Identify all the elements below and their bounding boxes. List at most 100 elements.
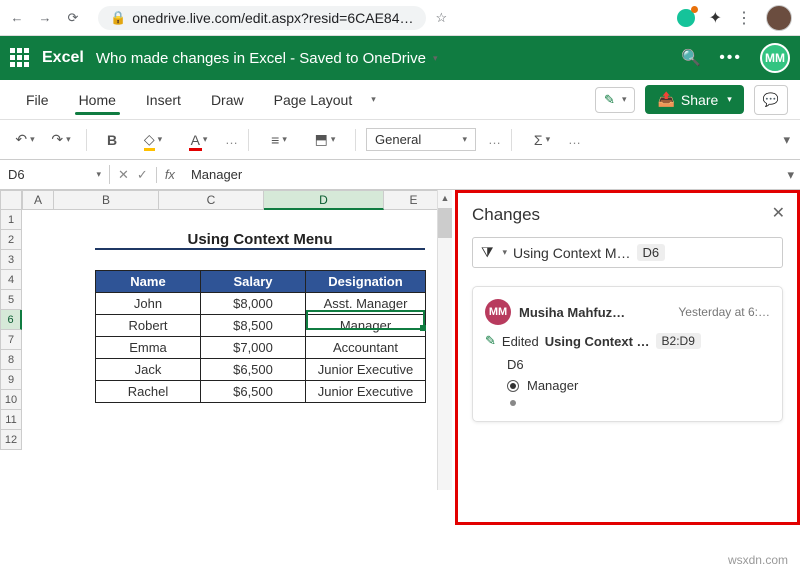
font-overflow-icon[interactable]: … bbox=[225, 132, 238, 147]
align-button[interactable]: ≡▾ bbox=[259, 127, 299, 153]
nav-back-icon[interactable]: ← bbox=[8, 9, 26, 27]
row-header[interactable]: 9 bbox=[0, 370, 22, 390]
comments-button[interactable]: 💬 bbox=[754, 85, 788, 115]
editing-mode-button[interactable]: ✎ ▾ bbox=[595, 87, 635, 113]
table-cell[interactable]: Rachel bbox=[96, 381, 201, 403]
table-cell[interactable]: $6,500 bbox=[201, 381, 306, 403]
tab-home[interactable]: Home bbox=[65, 86, 130, 114]
title-cell[interactable]: Using Context Menu bbox=[95, 230, 425, 250]
close-icon[interactable]: ✕ bbox=[772, 203, 785, 223]
table-cell[interactable]: $8,000 bbox=[201, 293, 306, 315]
table-cell[interactable]: Junior Executive bbox=[306, 381, 426, 403]
column-header[interactable]: E bbox=[384, 190, 444, 210]
row-header[interactable]: 12 bbox=[0, 430, 22, 450]
row-header[interactable]: 2 bbox=[0, 230, 22, 250]
number-overflow-icon[interactable]: … bbox=[488, 132, 501, 147]
chevron-down-icon: ▾ bbox=[96, 169, 101, 180]
row-header[interactable]: 1 bbox=[0, 210, 22, 230]
table-cell[interactable]: $8,500 bbox=[201, 315, 306, 337]
table-cell[interactable]: Robert bbox=[96, 315, 201, 337]
table-row: Robert$8,500Manager bbox=[96, 315, 426, 337]
vertical-scrollbar[interactable]: ▲ bbox=[437, 190, 452, 490]
column-header[interactable]: D bbox=[264, 190, 384, 210]
row-header[interactable]: 3 bbox=[0, 250, 22, 270]
scrollbar-thumb[interactable] bbox=[438, 208, 452, 238]
number-format-select[interactable]: General ▾ bbox=[366, 128, 476, 151]
tab-file[interactable]: File bbox=[12, 86, 63, 114]
table-cell[interactable]: Manager bbox=[306, 315, 426, 337]
change-author-name: Musiha Mahfuz… bbox=[519, 305, 670, 320]
table-cell[interactable]: $6,500 bbox=[201, 359, 306, 381]
user-avatar[interactable]: MM bbox=[760, 43, 790, 73]
ribbon-toolbar: ↶▾ ↷▾ B ◇▾ A▾ … ≡▾ ⬒▾ General ▾ … Σ▾ … ▾ bbox=[0, 120, 800, 160]
autosum-button[interactable]: Σ▾ bbox=[522, 127, 562, 153]
name-box[interactable]: D6 ▾ bbox=[0, 165, 110, 184]
address-bar[interactable]: 🔒 onedrive.live.com/edit.aspx?resid=6CAE… bbox=[98, 6, 426, 30]
table-cell[interactable]: Junior Executive bbox=[306, 359, 426, 381]
tabs-overflow-icon[interactable]: ▾ bbox=[371, 94, 376, 105]
extension-grammarly-icon[interactable] bbox=[677, 9, 695, 27]
divider bbox=[248, 129, 249, 151]
ribbon-tabs: File Home Insert Draw Page Layout ▾ ✎ ▾ … bbox=[0, 80, 800, 120]
table-cell[interactable]: Asst. Manager bbox=[306, 293, 426, 315]
share-button[interactable]: 📤 Share ▾ bbox=[645, 85, 743, 114]
scroll-up-icon[interactable]: ▲ bbox=[438, 190, 452, 206]
extensions-icon[interactable]: ✦ bbox=[709, 8, 722, 28]
column-header[interactable]: A bbox=[22, 190, 54, 210]
row-header[interactable]: 5 bbox=[0, 290, 22, 310]
column-header[interactable]: B bbox=[54, 190, 159, 210]
change-range: B2:D9 bbox=[656, 333, 701, 349]
radio-unselected-icon[interactable] bbox=[507, 397, 519, 409]
profile-avatar[interactable] bbox=[766, 5, 792, 31]
radio-selected-icon[interactable] bbox=[507, 380, 519, 392]
nav-forward-icon[interactable]: → bbox=[36, 9, 54, 27]
browser-menu-icon[interactable]: ⋮ bbox=[736, 8, 752, 28]
ribbon-collapse-icon[interactable]: ▾ bbox=[783, 132, 790, 148]
cancel-icon[interactable]: ✕ bbox=[118, 167, 129, 183]
table-header[interactable]: Name bbox=[96, 271, 201, 293]
change-card[interactable]: MM Musiha Mahfuz… Yesterday at 6:… ✎ Edi… bbox=[472, 286, 783, 422]
tab-page-layout[interactable]: Page Layout bbox=[260, 86, 367, 114]
bookmark-star-icon[interactable]: ☆ bbox=[436, 10, 448, 26]
changes-filter[interactable]: ⧩ ▾ Using Context M… D6 bbox=[472, 237, 783, 268]
row-header[interactable]: 4 bbox=[0, 270, 22, 290]
document-title[interactable]: Who made changes in Excel - Saved to One… bbox=[96, 50, 438, 67]
table-header[interactable]: Designation bbox=[306, 271, 426, 293]
table-cell[interactable]: Accountant bbox=[306, 337, 426, 359]
table-header[interactable]: Salary bbox=[201, 271, 306, 293]
app-launcher-icon[interactable] bbox=[10, 48, 30, 68]
fx-icon[interactable]: fx bbox=[157, 167, 183, 182]
row-header[interactable]: 7 bbox=[0, 330, 22, 350]
row-header[interactable]: 8 bbox=[0, 350, 22, 370]
formula-expand-icon[interactable]: ▾ bbox=[781, 167, 800, 183]
editing-overflow-icon[interactable]: … bbox=[568, 132, 581, 147]
table-cell[interactable]: John bbox=[96, 293, 201, 315]
more-options-icon[interactable]: ••• bbox=[719, 49, 742, 67]
lock-icon: 🔒 bbox=[110, 10, 126, 26]
row-header[interactable]: 11 bbox=[0, 410, 22, 430]
table-row: Emma$7,000Accountant bbox=[96, 337, 426, 359]
redo-button[interactable]: ↷▾ bbox=[46, 127, 76, 153]
fill-color-button[interactable]: ◇▾ bbox=[133, 127, 173, 153]
table-cell[interactable]: $7,000 bbox=[201, 337, 306, 359]
comment-icon: 💬 bbox=[763, 92, 779, 107]
undo-button[interactable]: ↶▾ bbox=[10, 127, 40, 153]
formula-input[interactable]: Manager bbox=[183, 165, 782, 184]
table-cell[interactable]: Emma bbox=[96, 337, 201, 359]
chevron-down-icon: ▾ bbox=[462, 134, 467, 145]
browser-toolbar: ← → ⟳ 🔒 onedrive.live.com/edit.aspx?resi… bbox=[0, 0, 800, 36]
enter-icon[interactable]: ✓ bbox=[137, 167, 148, 183]
tab-insert[interactable]: Insert bbox=[132, 86, 195, 114]
row-header[interactable]: 6 bbox=[0, 310, 22, 330]
merge-button[interactable]: ⬒▾ bbox=[305, 127, 345, 153]
search-icon[interactable]: 🔍 bbox=[681, 48, 701, 68]
tab-draw[interactable]: Draw bbox=[197, 86, 258, 114]
font-color-button[interactable]: A▾ bbox=[179, 127, 219, 153]
row-header[interactable]: 10 bbox=[0, 390, 22, 410]
bold-button[interactable]: B bbox=[97, 127, 127, 153]
select-all-corner[interactable] bbox=[0, 190, 22, 210]
formula-bar: D6 ▾ ✕ ✓ fx Manager ▾ bbox=[0, 160, 800, 190]
column-header[interactable]: C bbox=[159, 190, 264, 210]
table-cell[interactable]: Jack bbox=[96, 359, 201, 381]
nav-reload-icon[interactable]: ⟳ bbox=[64, 9, 82, 27]
